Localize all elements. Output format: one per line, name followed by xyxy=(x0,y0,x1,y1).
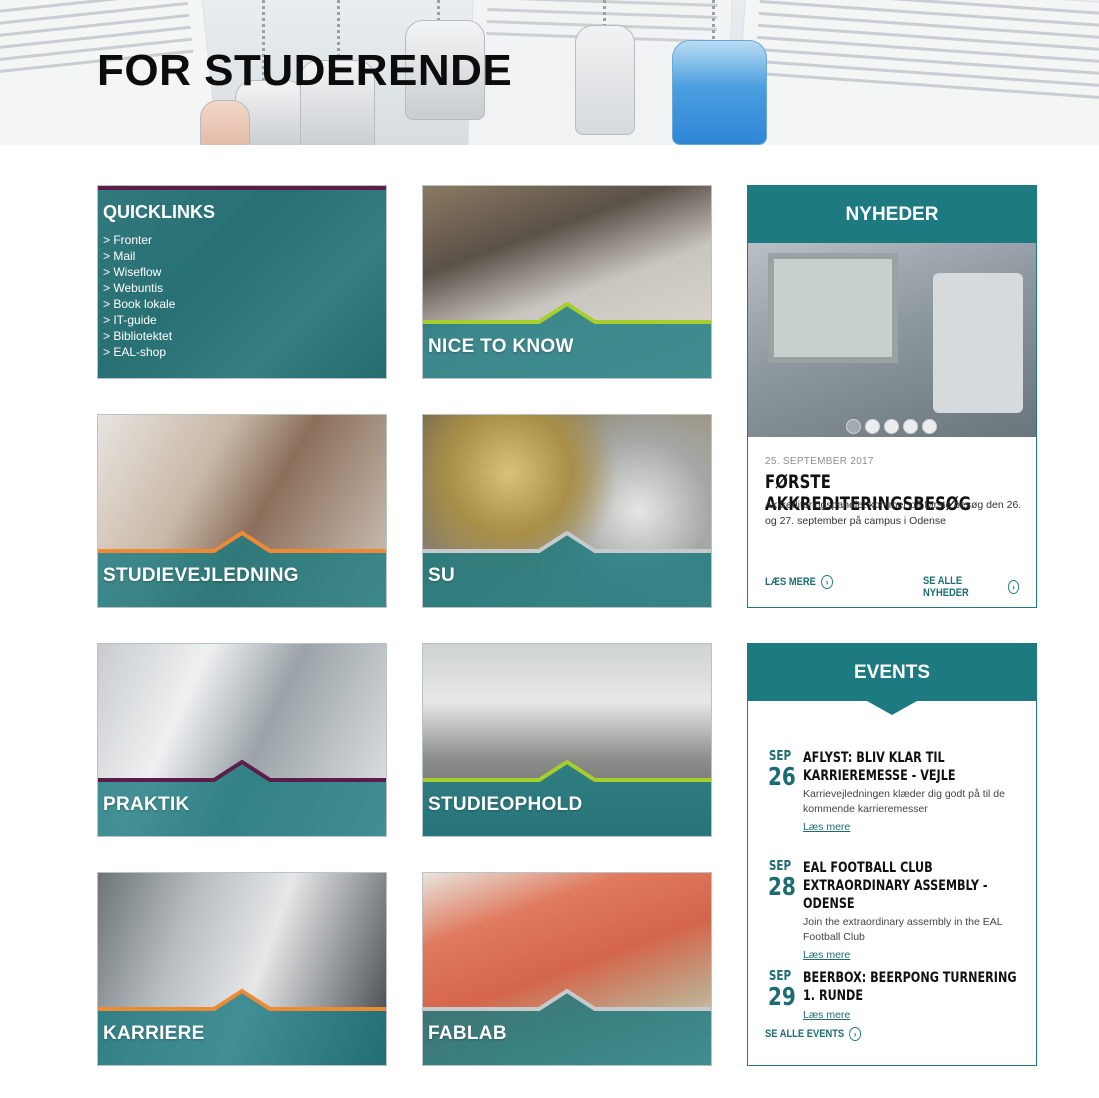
jar-image xyxy=(200,100,250,145)
tile-karriere[interactable]: KARRIERE xyxy=(97,872,387,1066)
quicklink-eal-shop[interactable]: > EAL-shop xyxy=(103,344,175,360)
see-all-events-label: SE ALLE EVENTS xyxy=(765,1028,845,1040)
see-all-news-link[interactable]: SE ALLE NYHEDER › xyxy=(923,575,1020,599)
news-image-slider[interactable] xyxy=(748,243,1036,437)
event-title[interactable]: BEERBOX: BEERPONG TURNERING 1. RUNDE xyxy=(803,969,1023,1005)
event-read-more-link[interactable]: Læs mere xyxy=(803,949,850,961)
hero-paper xyxy=(734,0,1099,145)
event-date: SEP 26 xyxy=(768,749,796,791)
tile-label: FABLAB xyxy=(428,1023,507,1044)
event-read-more-link[interactable]: Læs mere xyxy=(803,1009,850,1021)
see-all-news-label: SE ALLE NYHEDER xyxy=(923,575,969,599)
news-box: NYHEDER 25. SEPTEMBER 2017 FØRSTE AKKRED… xyxy=(747,185,1037,608)
event-title[interactable]: AFLYST: BLIV KLAR TIL KARRIEREMESSE - VE… xyxy=(803,749,1023,785)
heading-notch xyxy=(867,701,917,715)
event-title[interactable]: EAL FOOTBALL CLUB EXTRAORDINARY ASSEMBLY… xyxy=(803,859,1023,913)
blue-jar-image xyxy=(672,40,767,145)
events-box: EVENTS SEP 26 AFLYST: BLIV KLAR TIL KARR… xyxy=(747,643,1037,1066)
event-date: SEP 28 xyxy=(768,859,796,901)
quicklink-book-lokale[interactable]: > Book lokale xyxy=(103,296,175,312)
news-heading: NYHEDER xyxy=(748,186,1036,243)
quicklink-bibliotektet[interactable]: > Bibliotektet xyxy=(103,328,175,344)
jar-image xyxy=(575,25,635,135)
events-heading: EVENTS xyxy=(748,644,1036,701)
machine-screen-image xyxy=(768,253,898,363)
arrow-right-icon: › xyxy=(1008,580,1020,594)
tile-label: STUDIEVEJLEDNING xyxy=(103,565,299,586)
tile-studieophold[interactable]: STUDIEOPHOLD xyxy=(422,643,712,837)
arrow-right-icon: › xyxy=(849,1027,862,1041)
hero-banner: FOR STUDERENDE xyxy=(0,0,1099,145)
read-more-label: LÆS MERE xyxy=(765,576,816,588)
tile-label: KARRIERE xyxy=(103,1023,205,1044)
machine-part-image xyxy=(933,273,1023,413)
tile-nice-to-know[interactable]: NICE TO KNOW xyxy=(422,185,712,379)
event-description: Join the extraordinary assembly in the E… xyxy=(803,916,1003,943)
quicklink-it-guide[interactable]: > IT-guide xyxy=(103,312,175,328)
event-description: Karrievejledningen klæder dig godt på ti… xyxy=(803,788,1005,815)
news-summary: Akkrediteringspanelet kommer på første b… xyxy=(765,499,1022,527)
tile-label: SU xyxy=(428,565,455,586)
event-read-more-link[interactable]: Læs mere xyxy=(803,821,850,833)
quicklink-webuntis[interactable]: > Webuntis xyxy=(103,280,175,296)
tile-label: PRAKTIK xyxy=(103,794,190,815)
slider-dot[interactable] xyxy=(903,419,918,434)
slider-dot[interactable] xyxy=(922,419,937,434)
quicklink-mail[interactable]: > Mail xyxy=(103,248,175,264)
tile-label: STUDIEOPHOLD xyxy=(428,794,583,815)
quicklink-wiseflow[interactable]: > Wiseflow xyxy=(103,264,175,280)
tile-label: NICE TO KNOW xyxy=(428,336,574,357)
quicklink-fronter[interactable]: > Fronter xyxy=(103,232,175,248)
tile-studievejledning[interactable]: STUDIEVEJLEDNING xyxy=(97,414,387,608)
read-more-link[interactable]: LÆS MERE › xyxy=(765,575,833,589)
accent-bar xyxy=(98,186,386,190)
quicklinks-tile: QUICKLINKS > Fronter > Mail > Wiseflow >… xyxy=(97,185,387,379)
event-date: SEP 29 xyxy=(768,969,796,1011)
arrow-right-icon: › xyxy=(821,575,833,589)
slider-dots xyxy=(846,419,937,434)
slider-dot[interactable] xyxy=(884,419,899,434)
slider-dot[interactable] xyxy=(846,419,861,434)
page-title: FOR STUDERENDE xyxy=(97,46,513,95)
tile-su[interactable]: SU xyxy=(422,414,712,608)
quicklinks-title: QUICKLINKS xyxy=(103,202,215,222)
news-date: 25. SEPTEMBER 2017 xyxy=(765,456,874,467)
see-all-events-link[interactable]: SE ALLE EVENTS › xyxy=(765,1027,862,1041)
tile-band xyxy=(423,530,711,607)
quicklinks-list: > Fronter > Mail > Wiseflow > Webuntis >… xyxy=(103,232,175,360)
slider-dot[interactable] xyxy=(865,419,880,434)
tile-fablab[interactable]: FABLAB xyxy=(422,872,712,1066)
tile-praktik[interactable]: PRAKTIK xyxy=(97,643,387,837)
